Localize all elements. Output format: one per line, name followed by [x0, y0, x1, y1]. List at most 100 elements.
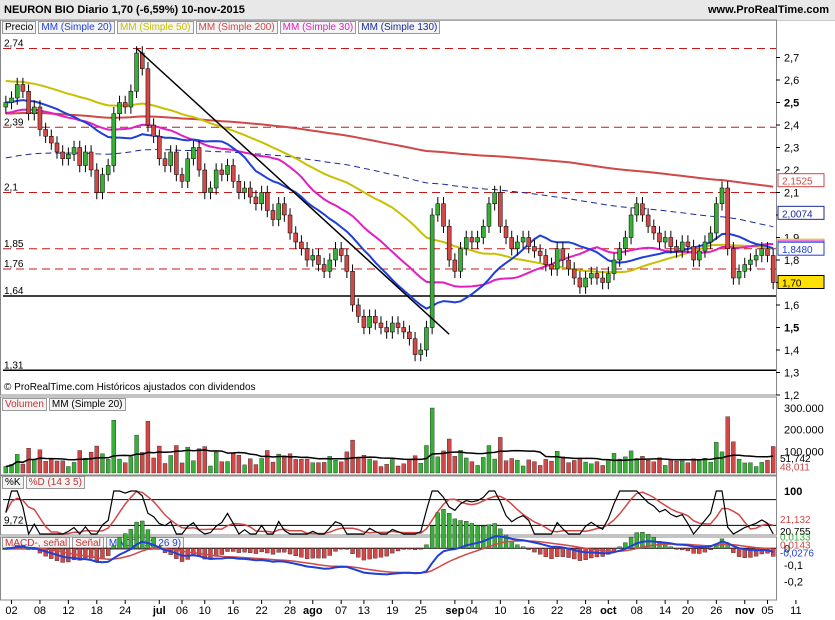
candle-body	[174, 151, 179, 175]
volume-bar	[515, 460, 520, 474]
x-tick-label: 10	[494, 605, 506, 617]
panel-frame	[0, 475, 777, 536]
value-tag: 1,70	[782, 279, 802, 290]
macd-histogram-bar	[259, 548, 264, 553]
macd-histogram-bar	[452, 518, 458, 549]
candle-body	[492, 192, 497, 204]
candle-body	[287, 214, 293, 234]
volume-bar	[526, 459, 531, 474]
candle-body	[168, 151, 173, 166]
candle-body	[162, 158, 168, 166]
volume-bar	[537, 465, 543, 474]
macd-histogram-bar	[708, 548, 713, 550]
volume-bar	[663, 465, 668, 474]
candle-body	[179, 174, 185, 182]
volume-bar	[265, 450, 270, 474]
macd-histogram-bar	[321, 548, 327, 559]
candle-body	[594, 273, 600, 279]
volume-bar	[668, 459, 673, 474]
volume-bar	[100, 453, 105, 474]
x-tick-label: 08	[34, 605, 46, 617]
candle-body	[71, 147, 77, 155]
macd-histogram-bar	[447, 513, 452, 549]
volume-bar	[475, 465, 480, 474]
x-tick-label: 18	[91, 605, 103, 617]
macd-histogram-bar	[401, 548, 406, 550]
x-tick-label: 26	[710, 605, 722, 617]
macd-histogram-bar	[94, 548, 99, 561]
volume-bar	[168, 455, 173, 474]
x-tick-label: 05	[761, 605, 773, 617]
candle-body	[316, 255, 321, 265]
level-label: 2,74	[4, 39, 24, 50]
volume-bar	[304, 458, 310, 474]
candle-body	[145, 68, 151, 126]
stochastic-k-line	[5, 490, 774, 536]
candle-body	[685, 241, 691, 247]
volume-bar	[543, 459, 548, 474]
volume-bar	[532, 461, 537, 474]
moving-average-line	[5, 111, 774, 188]
volume-bar	[49, 458, 54, 474]
candle-body	[412, 338, 418, 355]
volume-bar	[310, 462, 315, 474]
volume-bar	[407, 459, 412, 474]
macd-histogram-bar	[219, 548, 224, 555]
macd-histogram-bar	[435, 512, 440, 549]
volume-bar	[88, 451, 94, 474]
stochastic-tag: 21,132	[780, 515, 811, 526]
moving-average-line	[5, 99, 774, 310]
candle-body	[225, 165, 230, 175]
candle-body	[327, 259, 333, 272]
macd-histogram-bar	[418, 548, 423, 550]
volume-bar	[242, 464, 247, 474]
volume-bar	[555, 451, 560, 474]
macd-histogram-bar	[702, 548, 708, 553]
candle-body	[355, 304, 361, 317]
candle-body	[299, 241, 304, 249]
y-tick-label: 2,7	[784, 53, 799, 65]
candle-body	[515, 241, 520, 249]
candle-body	[134, 52, 139, 92]
volume-bar	[333, 459, 338, 474]
candle-body	[20, 84, 26, 92]
volume-tick-label: 300.000	[784, 403, 824, 415]
stock-chart: 2,74 2,39 2,1 1,85 1,76 1,64 1,31 300.000 200.0…	[0, 19, 825, 617]
candle-body	[736, 271, 742, 279]
candle-body	[282, 203, 287, 216]
macd-histogram-bar	[350, 548, 355, 554]
candle-body	[753, 255, 759, 261]
volume-bar	[179, 462, 185, 474]
candle-body	[429, 214, 435, 328]
volume-bar	[151, 457, 156, 474]
volume-bar	[111, 419, 116, 474]
volume-bars: 300.000200.000100.00051,74248,011	[3, 403, 824, 474]
candle-body	[566, 259, 571, 270]
macd-tick-label: -0,1	[784, 560, 803, 572]
macd-histogram-bar	[339, 548, 344, 550]
macd-histogram-bar	[106, 548, 111, 556]
candle-body	[623, 237, 628, 249]
macd-histogram-bar	[424, 544, 429, 549]
y-tick-label: 1,6	[784, 300, 799, 312]
candle-body	[219, 169, 225, 175]
volume-bar	[634, 458, 639, 474]
candle-body	[333, 248, 338, 261]
macd-histogram-bar	[429, 525, 435, 549]
macd-histogram-bar	[668, 546, 673, 549]
volume-bar	[583, 461, 588, 474]
volume-bar	[145, 420, 151, 474]
volume-bar	[191, 460, 196, 474]
volume-bar	[60, 460, 65, 474]
volume-bar	[447, 438, 452, 474]
macd-histogram-bar	[634, 532, 639, 549]
x-tick-label: oct	[600, 605, 617, 617]
volume-bar	[623, 456, 628, 474]
candle-body	[554, 248, 560, 270]
volume-bar	[339, 461, 344, 474]
macd-histogram-bar	[378, 548, 384, 558]
macd-histogram-bar	[117, 537, 122, 549]
macd-histogram-bar	[640, 532, 645, 549]
macd-histogram-bar	[111, 545, 116, 549]
volume-bar	[71, 462, 77, 474]
